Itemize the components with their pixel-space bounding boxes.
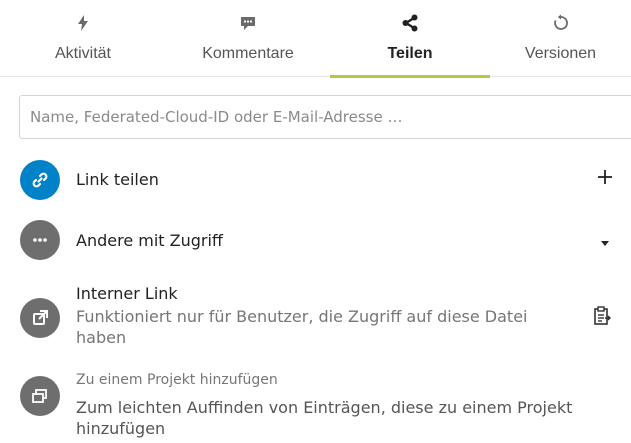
tab-activity[interactable]: Aktivität [0,0,166,77]
tab-bar: Aktivität Kommentare Teilen Versionen [0,0,631,78]
others-access-title: Andere mit Zugriff [76,231,223,250]
internal-link-subtitle: Funktioniert nur für Benutzer, die Zugri… [76,307,528,347]
others-access-row[interactable]: Andere mit Zugriff [0,218,631,262]
tab-sharing[interactable]: Teilen [330,0,490,78]
projects-icon [20,376,60,416]
sharing-sidebar: Aktivität Kommentare Teilen Versionen Na… [0,0,631,443]
share-icon [400,13,420,33]
project-title: Zu einem Projekt hinzufügen [76,372,278,388]
activity-icon [73,13,93,33]
history-icon [551,13,571,33]
tab-comments-label: Kommentare [202,45,294,62]
internal-link-row: Interner Link Funktioniert nur für Benut… [0,282,631,352]
triangle-down-icon[interactable] [600,235,610,253]
tab-versions[interactable]: Versionen [490,0,631,77]
share-search-input[interactable] [19,95,631,139]
comment-icon [238,13,258,33]
internal-link-title: Interner Link [76,284,178,303]
tab-versions-label: Versionen [524,45,597,62]
active-tab-indicator [330,75,490,78]
tab-activity-label: Aktivität [54,45,111,62]
link-icon [20,160,60,200]
plus-icon[interactable] [596,168,614,191]
link-share-title: Link teilen [76,170,159,189]
more-icon [20,220,60,260]
link-share-row: Link teilen [0,158,631,202]
clipboard-icon[interactable] [593,306,611,331]
tab-sharing-label: Teilen [387,45,433,62]
project-subtitle: Zum leichten Auffinden von Einträgen, di… [76,398,573,438]
tab-comments[interactable]: Kommentare [166,0,330,77]
external-link-icon [20,298,60,338]
project-row[interactable]: Zu einem Projekt hinzufügen Zum leichten… [0,366,631,443]
